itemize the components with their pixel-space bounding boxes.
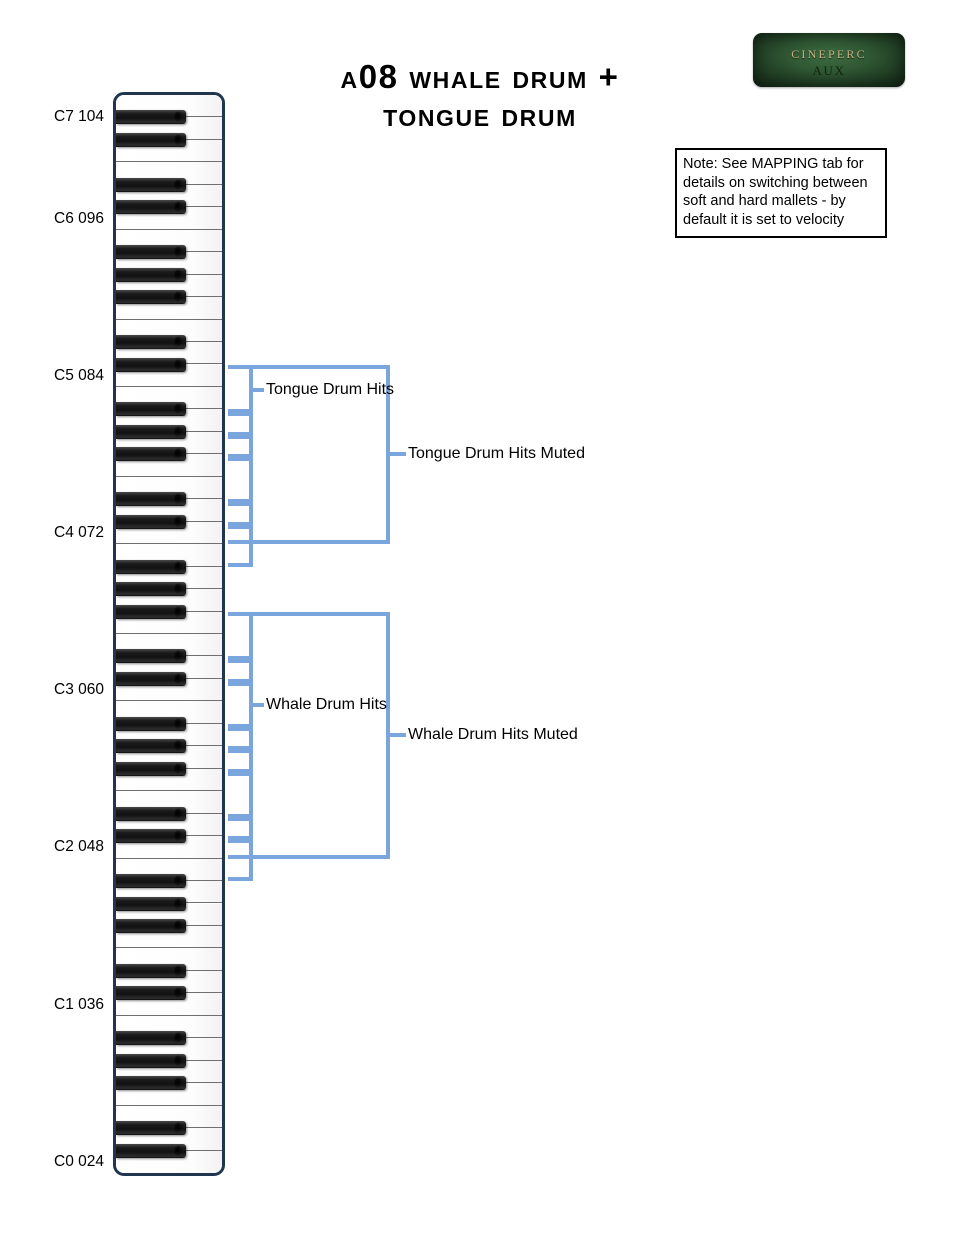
black-key[interactable] (116, 559, 186, 574)
midi-keyboard[interactable] (113, 92, 225, 1176)
octave-label-list: C7 104 C6 096 C5 084 C4 072 C3 060 C2 048 C1 0… (0, 0, 104, 1235)
black-key[interactable] (116, 1031, 186, 1046)
octave-label: C6 096 (54, 209, 104, 227)
black-key[interactable] (116, 649, 186, 664)
black-key[interactable] (116, 604, 186, 619)
black-key[interactable] (116, 986, 186, 1001)
black-key[interactable] (116, 492, 186, 507)
black-key[interactable] (116, 514, 186, 529)
black-key[interactable] (116, 1053, 186, 1068)
octave-label: C0 024 (54, 1152, 104, 1170)
black-key[interactable] (116, 896, 186, 911)
black-key[interactable] (116, 963, 186, 978)
outer-range-label-tongue-drum: Tongue Drum Hits Muted (408, 445, 585, 463)
outer-range-bracket-whale-drum (228, 611, 390, 859)
page-title: A08 Whale Drum + Tongue Drum (180, 58, 780, 133)
black-key[interactable] (116, 132, 186, 147)
inner-label-tick-tongue-drum (253, 388, 264, 393)
octave-label: C3 060 (54, 681, 104, 699)
octave-label: C2 048 (54, 838, 104, 856)
cineperc-logo-sub: AUX (812, 62, 846, 78)
inner-range-label-tongue-drum: Tongue Drum Hits (266, 381, 395, 399)
black-key[interactable] (116, 1121, 186, 1136)
black-key[interactable] (116, 424, 186, 439)
cineperc-logo: CinePerc AUX (753, 33, 905, 87)
black-key[interactable] (116, 806, 186, 821)
black-key[interactable] (116, 582, 186, 597)
mapping-note: Note: See MAPPING tab for details on swi… (675, 148, 887, 238)
black-key[interactable] (116, 739, 186, 754)
black-key[interactable] (116, 874, 186, 889)
black-key[interactable] (116, 447, 186, 462)
black-key[interactable] (116, 290, 186, 305)
cineperc-logo-name: CinePerc (791, 42, 867, 62)
inner-label-tick-whale-drum (253, 702, 264, 707)
black-key[interactable] (116, 357, 186, 372)
black-key[interactable] (116, 177, 186, 192)
octave-label: C4 072 (54, 523, 104, 541)
page-title-line-2: Tongue Drum (383, 95, 577, 133)
black-key[interactable] (116, 671, 186, 686)
black-key[interactable] (116, 761, 186, 776)
black-key[interactable] (116, 829, 186, 844)
black-key[interactable] (116, 245, 186, 260)
outer-range-label-whale-drum: Whale Drum Hits Muted (408, 726, 578, 744)
black-key[interactable] (116, 200, 186, 215)
black-key[interactable] (116, 335, 186, 350)
octave-label: C7 104 (54, 108, 104, 126)
octave-label: C5 084 (54, 366, 104, 384)
black-key[interactable] (116, 918, 186, 933)
outer-label-tick-whale-drum (390, 733, 406, 738)
black-key[interactable] (116, 267, 186, 282)
black-key[interactable] (116, 110, 186, 125)
inner-range-label-whale-drum: Whale Drum Hits (266, 695, 387, 713)
black-key[interactable] (116, 1076, 186, 1091)
black-key[interactable] (116, 716, 186, 731)
outer-label-tick-tongue-drum (390, 452, 406, 457)
octave-label: C1 036 (54, 995, 104, 1013)
black-key[interactable] (116, 402, 186, 417)
black-key[interactable] (116, 1143, 186, 1158)
page-title-line-1: A08 Whale Drum + (340, 58, 620, 95)
